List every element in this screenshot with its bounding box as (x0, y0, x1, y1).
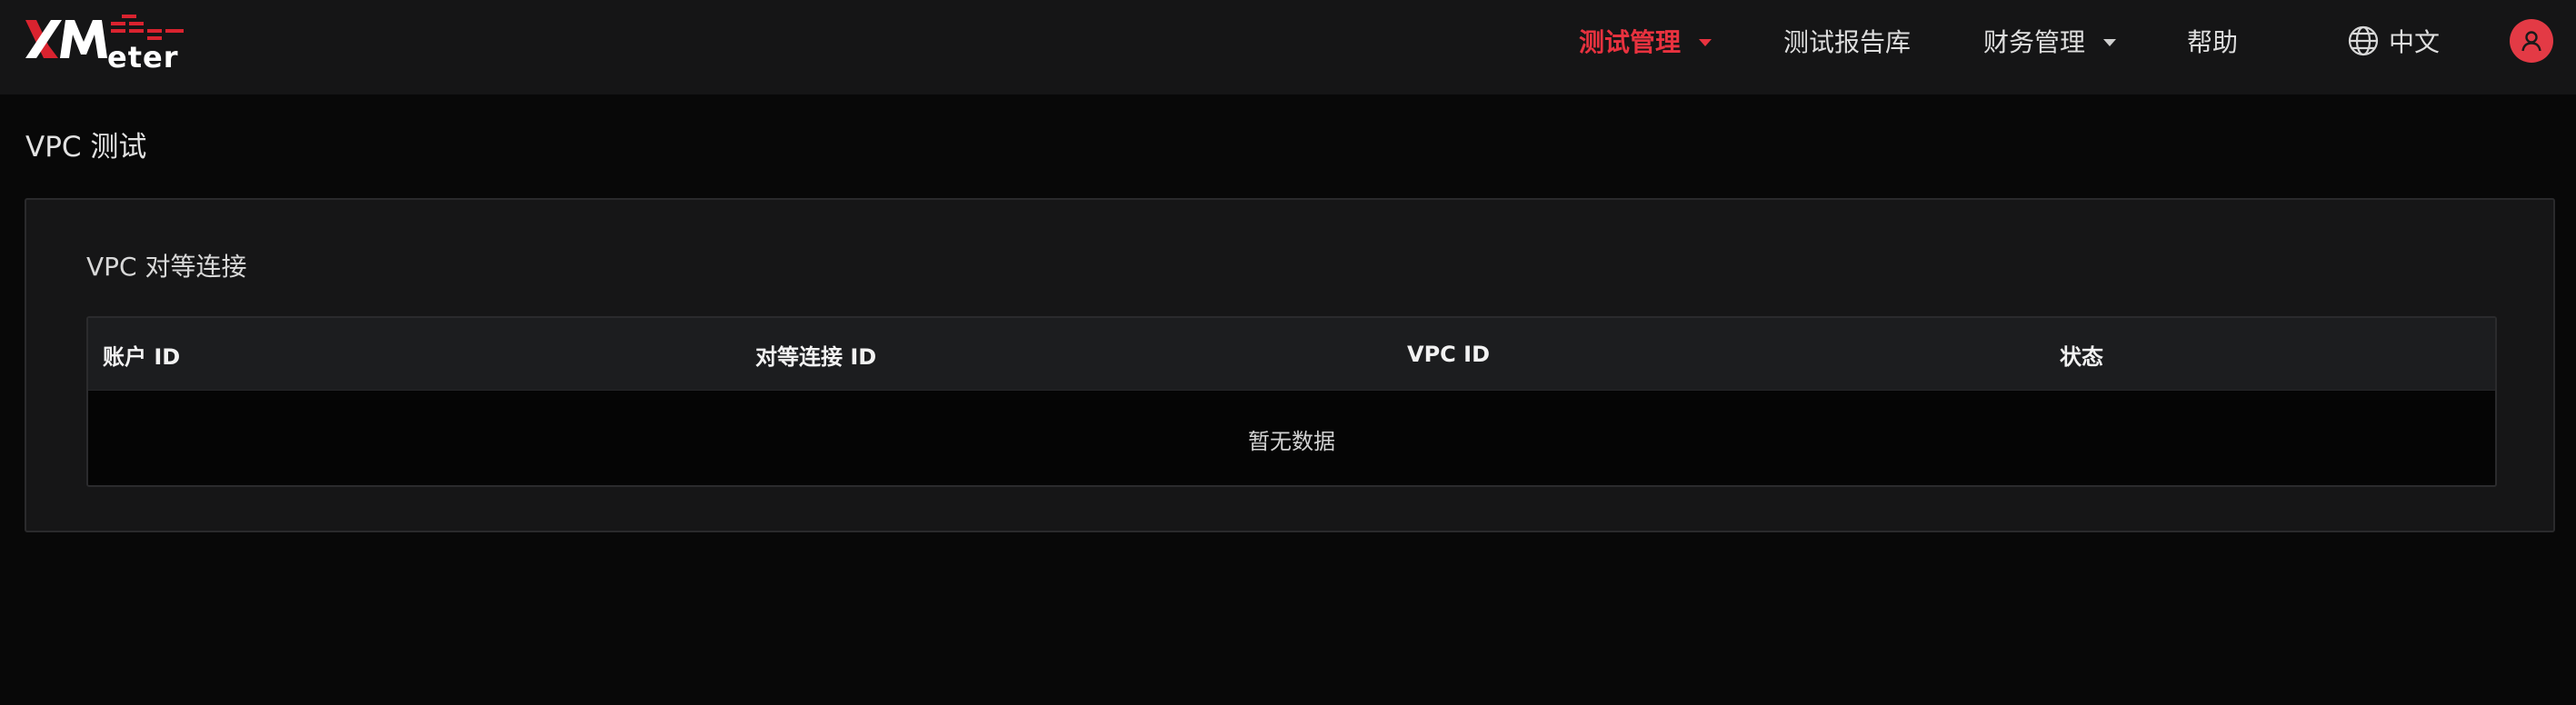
column-header-vpc-id: VPC ID (1407, 342, 1490, 367)
panel-title: VPC 对等连接 (86, 252, 247, 282)
table-header: 账户 ID 对等连接 ID VPC ID 状态 (88, 318, 2495, 391)
nav-item-finance-management[interactable]: 财务管理 (1983, 0, 2117, 82)
nav-item-help[interactable]: 帮助 (2187, 0, 2238, 82)
nav-item-label: 帮助 (2187, 27, 2239, 57)
nav-item-label: 测试报告库 (1783, 27, 1912, 57)
table-body: 暂无数据 (88, 391, 2495, 485)
column-header-account-id: 账户 ID (103, 343, 181, 370)
chevron-down-icon (2103, 38, 2117, 46)
globe-icon (2347, 25, 2380, 57)
page-title: VPC 测试 (25, 131, 147, 164)
nav-item-test-management[interactable]: 测试管理 (1579, 0, 1712, 82)
column-header-peering-connection-id: 对等连接 ID (755, 343, 877, 370)
user-icon (2521, 31, 2541, 52)
user-avatar[interactable] (2510, 19, 2553, 63)
top-navigation-bar: eter 测试管理 测试报告库 财务管理 帮助 中文 (0, 0, 2576, 94)
nav-item-label: 财务管理 (1983, 27, 2086, 57)
nav-item-test-report-library[interactable]: 测试报告库 (1783, 0, 1911, 82)
vpc-peering-table: 账户 ID 对等连接 ID VPC ID 状态 暂无数据 (86, 316, 2497, 487)
nav-item-label: 测试管理 (1579, 27, 1682, 57)
language-label: 中文 (2389, 27, 2441, 57)
language-switcher[interactable]: 中文 (2347, 0, 2440, 82)
column-header-status: 状态 (2060, 343, 2103, 370)
chevron-down-icon (1699, 38, 1712, 46)
vpc-peering-panel: VPC 对等连接 账户 ID 对等连接 ID VPC ID 状态 暂无数据 (25, 198, 2555, 532)
empty-state-text: 暂无数据 (1248, 428, 1335, 454)
main-nav: 测试管理 测试报告库 财务管理 帮助 中文 (0, 0, 2576, 82)
